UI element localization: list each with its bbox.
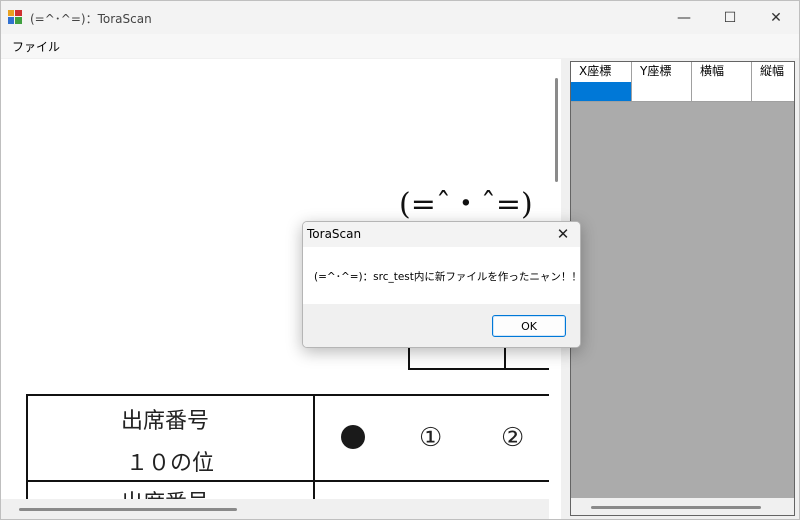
grid-cell-height[interactable] [752,82,794,102]
sheet-line [504,346,506,370]
bubble-1: ① [419,423,443,453]
message-dialog: ToraScan ✕ (=^･^=)：src_test内に新ファイルを作ったニャ… [302,221,581,348]
column-header-height[interactable]: 縦幅 [752,62,794,82]
sheet-line [408,346,410,370]
grid-horizontal-scrollbar[interactable] [591,506,761,509]
filled-bubble [341,425,365,449]
sheet-label: 出席番号 [121,409,210,434]
grid-header: X座標 Y座標 横幅 縦幅 [571,62,794,83]
minimize-button[interactable]: — [661,1,707,34]
sheet-line [26,394,549,396]
close-button[interactable]: ✕ [753,1,799,34]
sheet-line [313,394,315,499]
table-row[interactable] [571,82,794,102]
sheet-line [26,394,28,499]
sheet-label: １０の位 [126,451,215,476]
maximize-button[interactable]: ☐ [707,1,753,34]
menu-file[interactable]: ファイル [5,37,67,56]
window-title: (=^･^=)：ToraScan [30,12,152,26]
dialog-title: ToraScan [307,227,362,241]
dialog-close-button[interactable]: ✕ [552,223,574,245]
column-header-x[interactable]: X座標 [571,62,632,82]
grid-cell-y[interactable] [632,82,692,102]
grid-cell-width[interactable] [692,82,752,102]
close-icon: ✕ [556,225,570,243]
main-window: (=^･^=)：ToraScan — ☐ ✕ ファイル (=ˆ・ˆ=) 出席番号… [0,0,800,520]
title-bar[interactable]: (=^･^=)：ToraScan — ☐ ✕ [1,1,799,34]
column-header-width[interactable]: 横幅 [692,62,752,82]
horizontal-scrollbar[interactable] [19,508,237,511]
vertical-scrollbar[interactable] [555,78,558,182]
bubble-2: ② [501,423,525,453]
grid-horizontal-scrollbar-track[interactable] [571,498,794,515]
app-icon [8,10,22,24]
grid-cell-x[interactable] [571,82,632,102]
region-grid[interactable]: X座標 Y座標 横幅 縦幅 [570,61,795,516]
column-header-y[interactable]: Y座標 [632,62,692,82]
scan-kaomoji: (=ˆ・ˆ=) [399,187,533,222]
sheet-line [408,368,549,370]
ok-button[interactable]: OK [492,315,566,337]
sheet-line [26,480,549,482]
sheet-label: 出席番号 [121,485,209,499]
dialog-title-bar[interactable]: ToraScan ✕ [303,222,580,247]
dialog-message: (=^･^=)：src_test内に新ファイルを作ったニャン！！ [314,271,581,283]
menu-bar: ファイル [1,34,799,58]
dialog-footer: OK [303,304,580,347]
